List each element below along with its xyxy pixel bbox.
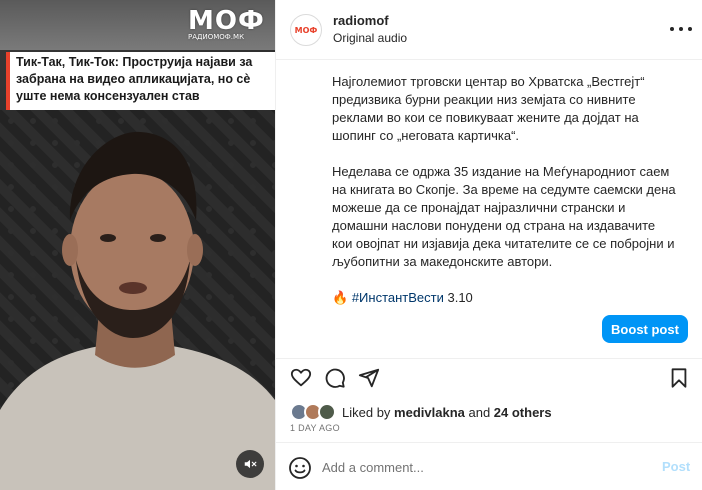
caption-paragraph-1: Најголемиот трговски центар во Хрватска … <box>332 74 645 143</box>
avatar-logo-text: МОФ <box>294 25 318 35</box>
action-bar <box>276 358 702 398</box>
boost-post-button[interactable]: Boost post <box>602 315 688 343</box>
share-glyph <box>358 368 380 388</box>
post-timestamp[interactable]: 1 DAY AGO <box>290 423 340 433</box>
likes-and: and <box>464 404 494 420</box>
likes-prefix: Liked by <box>342 404 395 420</box>
hashtag-link[interactable]: #ИнстантВести <box>352 290 444 305</box>
video-headline-box: Тик-Так, Тик-Ток: Проструија најави за з… <box>6 52 275 110</box>
video-headline: Тик-Так, Тик-Ток: Проструија најави за з… <box>16 55 253 103</box>
liker-avatar <box>318 403 336 421</box>
post-caption: Најголемиот трговски центар во Хрватска … <box>332 73 677 325</box>
original-audio-link[interactable]: Original audio <box>333 31 407 45</box>
likes-others-link[interactable]: 24 others <box>494 405 552 420</box>
dot <box>670 27 674 31</box>
radiomof-watermark: МОФ РАДИОМОФ.МК <box>188 6 265 41</box>
comment-bar: Post <box>276 442 702 490</box>
likes-summary: Liked by medivlakna and 24 others <box>290 402 552 422</box>
heart-glyph <box>290 368 312 387</box>
likes-text: Liked by medivlakna and 24 others <box>342 405 552 420</box>
account-username[interactable]: radiomof <box>333 13 389 28</box>
speaker-person-image <box>0 131 275 490</box>
liker-username[interactable]: medivlakna <box>394 405 465 420</box>
heart-icon[interactable] <box>288 365 314 391</box>
comment-input[interactable] <box>322 453 642 481</box>
caption-date: 3.10 <box>443 290 473 305</box>
post-details-panel: МОФ radiomof Original audio Најголемиот … <box>275 0 702 490</box>
post-video[interactable]: МОФ РАДИОМОФ.МК Тик-Так, Тик-Ток: Простр… <box>0 0 275 490</box>
fire-emoji-icon: 🔥 <box>332 290 349 305</box>
caption-hashtag-line: 🔥 #ИнстантВести 3.10 <box>332 289 677 307</box>
account-avatar[interactable]: МОФ <box>290 14 322 46</box>
comment-glyph <box>325 368 345 388</box>
bookmark-glyph <box>671 368 687 388</box>
emoji-glyph <box>289 457 311 479</box>
post-comment-button[interactable]: Post <box>662 459 690 474</box>
emoji-smile-icon[interactable] <box>288 456 312 480</box>
bookmark-icon[interactable] <box>666 365 692 391</box>
dot <box>679 27 683 31</box>
liker-avatars[interactable] <box>290 403 340 421</box>
speaker-muted-icon[interactable] <box>236 450 264 478</box>
dot <box>688 27 692 31</box>
share-icon[interactable] <box>356 365 382 391</box>
instagram-post: МОФ РАДИОМОФ.МК Тик-Так, Тик-Ток: Простр… <box>0 0 702 490</box>
mute-glyph <box>244 459 257 469</box>
caption-paragraph-2: Неделава се одржа 35 издание на Меѓунаро… <box>332 164 676 269</box>
comment-icon[interactable] <box>322 365 348 391</box>
more-options-icon[interactable] <box>670 20 692 38</box>
watermark-text: МОФ <box>188 6 265 36</box>
post-header: МОФ radiomof Original audio <box>276 0 702 60</box>
